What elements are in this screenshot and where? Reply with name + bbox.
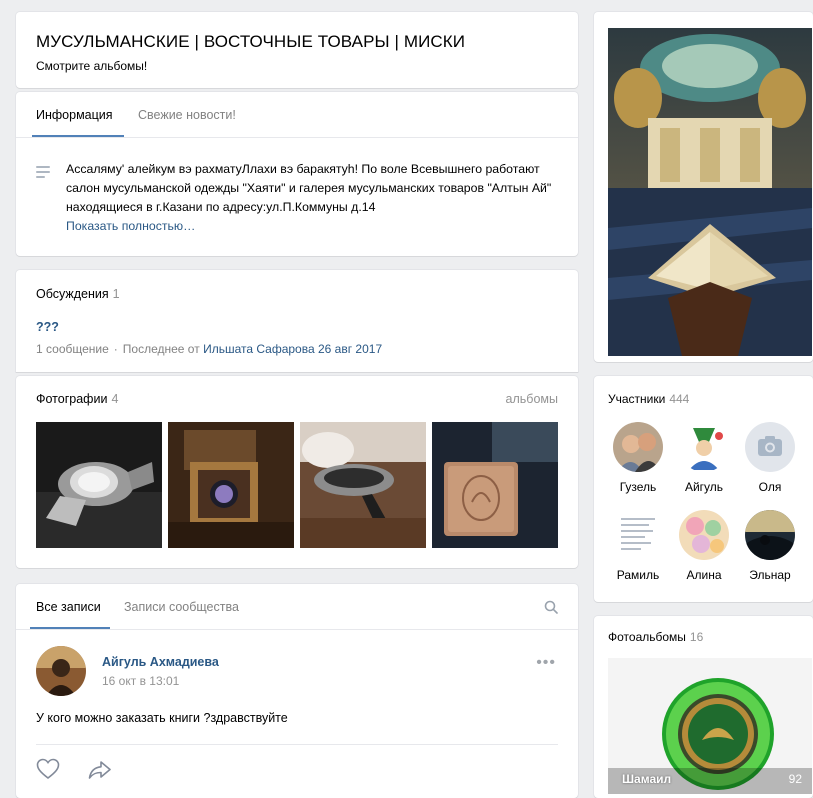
members-count: 444 [669, 392, 690, 406]
post-text: У кого можно заказать книги ?здравствуйт… [36, 711, 288, 725]
member-name: Гузель [619, 480, 657, 494]
discussion-meta: 1 сообщение · Последнее от Ильшата Сафаров… [36, 342, 383, 356]
albums-title: Фотоальбомы [608, 630, 686, 644]
active-tab-indicator [32, 135, 124, 137]
members-block: Участники 444 Гузель Айгуль Оля Рамиль Ал… [594, 376, 813, 602]
photos-count: 4 [111, 392, 119, 406]
photos-header[interactable]: Фотографии 4 [36, 392, 118, 406]
member-name: Рамиль [616, 568, 660, 582]
tab-information[interactable]: Информация [36, 108, 113, 122]
members-title: Участники [608, 392, 666, 406]
group-status: Смотрите альбомы! [36, 59, 148, 73]
member-avatar [679, 510, 729, 560]
albums-link[interactable]: альбомы [506, 392, 558, 406]
album-name: Шамаил [622, 772, 672, 786]
album-photo-count: 92 [788, 772, 802, 786]
albums-block: Фотоальбомы 16 Шамаил 92 [594, 616, 813, 798]
albums-count: 16 [689, 630, 704, 644]
album-cover[interactable]: Шамаил 92 [608, 658, 812, 794]
photo-watch-monochrome[interactable] [36, 422, 162, 548]
info-block: Информация Свежие новости! Ассаляму' але… [16, 92, 578, 256]
text-lines-icon [36, 166, 50, 181]
post-author-avatar[interactable] [36, 646, 86, 696]
member-item[interactable]: Оля [740, 422, 800, 494]
community-cover [594, 12, 813, 362]
wall-block: Все записи Записи сообщества Айгуль Ахма… [16, 584, 578, 798]
discussion-topic-link[interactable]: ??? [36, 320, 59, 334]
member-item[interactable]: Алина [674, 510, 734, 582]
member-name: Алина [686, 568, 722, 582]
discussion-last-author-link[interactable]: Ильшата Сафарова [203, 342, 315, 356]
post-author-link[interactable]: Айгуль Ахмадиева [102, 655, 219, 669]
group-description: Ассаляму' алейкум вэ рахматуЛлахи вэ бар… [66, 162, 552, 214]
tab-all-posts[interactable]: Все записи [36, 600, 101, 614]
post-date-link[interactable]: 16 окт в 13:01 [102, 674, 179, 688]
member-name: Эльнар [749, 568, 791, 582]
discussions-title: Обсуждения [36, 287, 109, 301]
albums-header[interactable]: Фотоальбомы 16 [608, 630, 703, 644]
discussions-count: 1 [112, 287, 120, 301]
group-title: МУСУЛЬМАНСКИЕ | ВОСТОЧНЫЕ ТОВАРЫ | МИСКИ [36, 32, 466, 51]
heart-icon[interactable] [36, 758, 60, 785]
discussion-last-date-link[interactable]: 26 авг 2017 [318, 342, 382, 356]
discussions-header[interactable]: Обсуждения 1 [36, 287, 120, 301]
camera-icon [745, 422, 795, 472]
member-avatar [745, 510, 795, 560]
member-avatar [613, 510, 663, 560]
photo-watch-box[interactable] [168, 422, 294, 548]
member-item[interactable]: Эльнар [740, 510, 800, 582]
tab-fresh-news[interactable]: Свежие новости! [138, 108, 236, 122]
member-name: Оля [758, 480, 782, 494]
member-name: Айгуль [684, 480, 724, 494]
info-tabs: Информация Свежие новости! [16, 92, 578, 138]
search-icon[interactable] [544, 600, 558, 619]
active-tab-indicator [30, 627, 110, 629]
member-item[interactable]: Айгуль [674, 422, 734, 494]
share-icon[interactable] [88, 760, 112, 785]
divider [36, 744, 558, 745]
member-avatar [613, 422, 663, 472]
discussion-message-count: 1 сообщение [36, 342, 109, 356]
wall-tabs: Все записи Записи сообщества [16, 584, 578, 630]
photos-block: Фотографии 4 альбомы [16, 376, 578, 568]
show-more-link[interactable]: Показать полностью… [66, 219, 195, 233]
discussions-block: Обсуждения 1 ??? 1 сообщение · Последнее от… [16, 270, 578, 372]
community-avatar-image[interactable] [608, 28, 812, 356]
post-menu-button[interactable]: ••• [536, 654, 556, 672]
photos-title: Фотографии [36, 392, 108, 406]
group-header: МУСУЛЬМАНСКИЕ | ВОСТОЧНЫЕ ТОВАРЫ | МИСКИ… [16, 12, 578, 88]
photo-leather-book[interactable] [432, 422, 558, 548]
member-item[interactable]: Рамиль [608, 510, 668, 582]
member-item[interactable]: Гузель [608, 422, 668, 494]
tab-community-posts[interactable]: Записи сообщества [124, 600, 239, 614]
photo-tea-cup[interactable] [300, 422, 426, 548]
discussion-last-prefix: Последнее от [122, 342, 200, 356]
member-avatar [679, 422, 729, 472]
members-header[interactable]: Участники 444 [608, 392, 689, 406]
